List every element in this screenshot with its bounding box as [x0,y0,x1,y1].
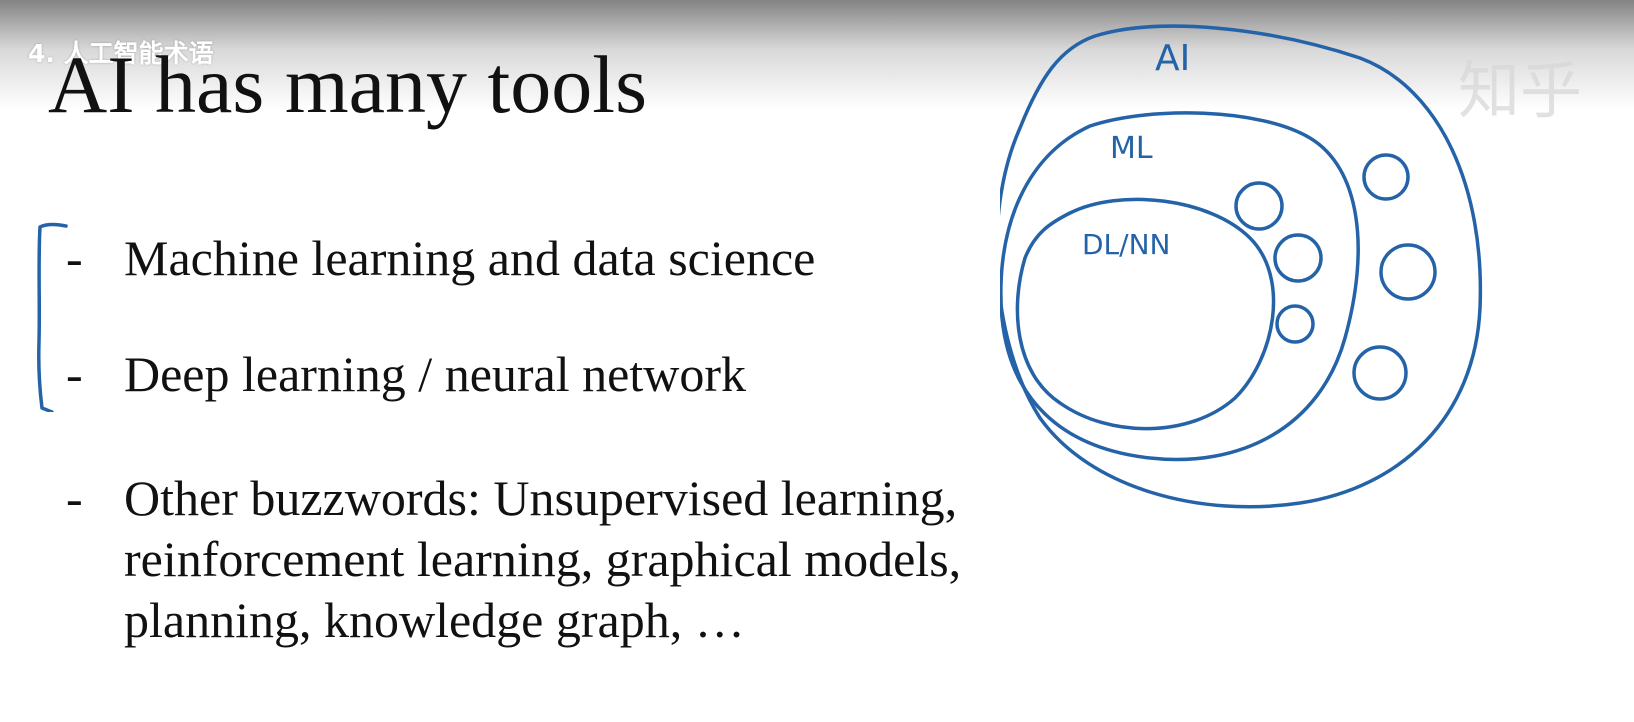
bullet-text: Machine learning and data science [124,230,816,286]
video-frame: 4. 人工智能术语 知乎 AI has many tools - Machine… [0,0,1634,722]
bullet-line: Other buzzwords: Unsupervised learning, [124,470,958,526]
bullet-line: reinforcement learning, graphical models… [124,531,962,587]
small-tool-circle [1275,304,1315,344]
bullet-dash: - [66,346,83,402]
label-ml: ML [1110,131,1153,166]
label-ai: AI [1155,38,1190,79]
small-tool-circle [1273,233,1323,283]
bullet-text: Deep learning / neural network [124,346,746,402]
hand-drawn-bracket [36,222,68,412]
slide-title: AI has many tools [48,39,647,130]
small-tool-circle [1362,153,1410,201]
small-tool-circle [1234,181,1284,231]
label-dl-nn: DL/NN [1082,228,1170,261]
bullet-text-multiline: Other buzzwords: Unsupervised learning, … [124,468,961,651]
middle-ml-circle [1000,111,1360,462]
bullet-line: planning, knowledge graph, … [124,592,745,648]
bullet-dash: - [66,470,83,526]
bullet-dash: - [66,230,83,286]
ai-venn-diagram: AI ML DL/NN [1000,24,1483,509]
small-tool-circle [1352,345,1408,401]
small-tool-circle [1379,243,1437,301]
